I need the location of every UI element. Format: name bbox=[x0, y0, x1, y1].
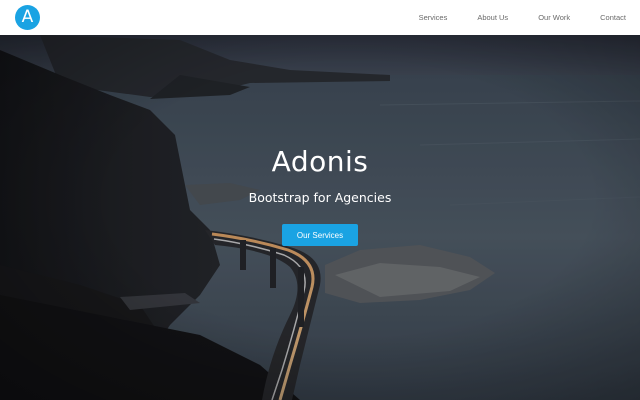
hero-content: Adonis Bootstrap for Agencies Our Servic… bbox=[0, 35, 640, 400]
our-services-button[interactable]: Our Services bbox=[282, 224, 358, 246]
hero-subtitle: Bootstrap for Agencies bbox=[248, 190, 392, 205]
logo-letter: A bbox=[21, 7, 34, 27]
nav-link-services[interactable]: Services bbox=[419, 0, 448, 35]
brand-logo-icon[interactable]: A bbox=[15, 5, 40, 30]
nav-link-about-us[interactable]: About Us bbox=[477, 0, 508, 35]
nav-menu: Services About Us Our Work Contact bbox=[389, 0, 640, 35]
nav-link-contact[interactable]: Contact bbox=[600, 0, 626, 35]
nav-link-our-work[interactable]: Our Work bbox=[538, 0, 570, 35]
hero-section: Adonis Bootstrap for Agencies Our Servic… bbox=[0, 35, 640, 400]
navbar: A Services About Us Our Work Contact bbox=[0, 0, 640, 35]
hero-title: Adonis bbox=[271, 145, 369, 178]
